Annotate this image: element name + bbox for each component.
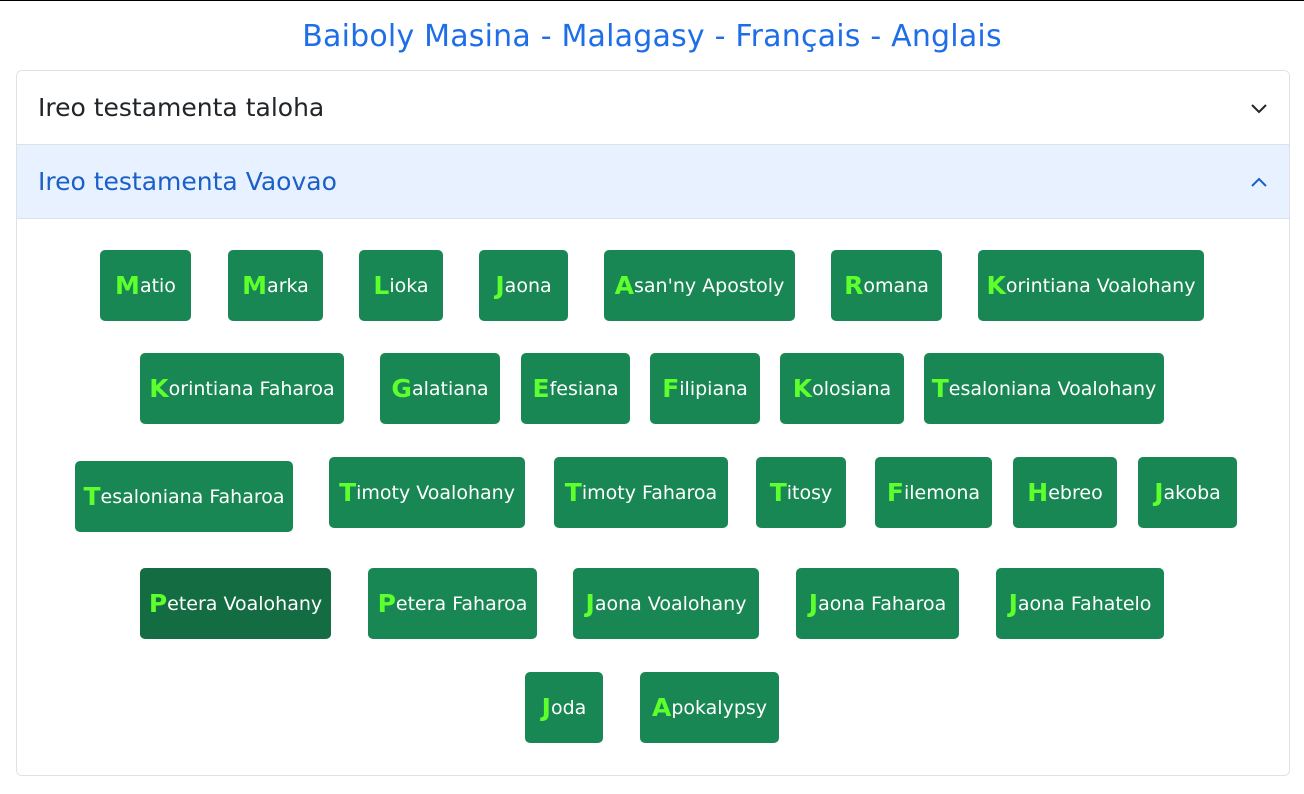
- book-button[interactable]: Korintiana Voalohany: [978, 250, 1204, 321]
- book-button[interactable]: Asan'ny Apostoly: [604, 250, 795, 321]
- book-initial: J: [541, 693, 551, 722]
- book-initial: K: [149, 374, 169, 403]
- chevron-down-icon: [1249, 98, 1269, 118]
- book-button[interactable]: Marka: [228, 250, 323, 321]
- book-name-rest: ilemona: [904, 481, 981, 504]
- book-name-rest: olosiana: [812, 377, 892, 400]
- accordion-header-new-testament[interactable]: Ireo testamenta Vaovao: [17, 145, 1289, 219]
- book-name-rest: esaloniana Voalohany: [948, 377, 1157, 400]
- book-button[interactable]: Kolosiana: [780, 353, 904, 424]
- book-initial: T: [339, 478, 357, 507]
- book-initial: P: [148, 589, 168, 618]
- book-initial: J: [585, 589, 595, 618]
- book-initial: J: [1154, 478, 1164, 507]
- book-name-rest: atio: [139, 274, 176, 297]
- book-button[interactable]: Tesaloniana Faharoa: [75, 461, 293, 532]
- book-initial: T: [931, 374, 949, 403]
- book-initial: T: [83, 482, 101, 511]
- book-name-rest: orintiana Faharoa: [168, 377, 335, 400]
- page-title: Baiboly Masina - Malagasy - Français - A…: [302, 19, 1002, 54]
- book-name-rest: aona Fahatelo: [1017, 592, 1152, 615]
- book-button[interactable]: Korintiana Faharoa: [140, 353, 344, 424]
- book-name-rest: itosy: [786, 481, 833, 504]
- book-initial: G: [391, 374, 412, 403]
- book-initial: P: [377, 589, 396, 618]
- book-button[interactable]: Titosy: [756, 457, 846, 528]
- book-name-rest: arka: [267, 274, 309, 297]
- book-button[interactable]: Joda: [525, 672, 603, 743]
- book-initial: T: [564, 478, 582, 507]
- book-button[interactable]: Jaona Faharoa: [796, 568, 959, 639]
- book-button[interactable]: Hebreo: [1013, 457, 1117, 528]
- book-initial: R: [844, 271, 864, 300]
- book-initial: L: [373, 271, 390, 300]
- book-button[interactable]: Matio: [100, 250, 191, 321]
- book-name-rest: pokalypsy: [671, 696, 768, 719]
- book-initial: J: [1008, 589, 1018, 618]
- book-button[interactable]: Galatiana: [380, 353, 500, 424]
- book-initial: J: [495, 271, 505, 300]
- book-initial: M: [242, 271, 268, 300]
- book-button[interactable]: Petera Voalohany: [140, 568, 331, 639]
- testament-accordion: Ireo testamenta taloha Ireo testamenta V…: [16, 70, 1290, 776]
- book-button[interactable]: Jaona: [479, 250, 568, 321]
- book-button[interactable]: Timoty Voalohany: [329, 457, 525, 528]
- book-name-rest: omana: [863, 274, 929, 297]
- book-name-rest: esaloniana Faharoa: [100, 485, 285, 508]
- book-name-rest: orintiana Voalohany: [1005, 274, 1196, 297]
- book-name-rest: fesiana: [549, 377, 619, 400]
- book-initial: M: [115, 271, 140, 300]
- book-button[interactable]: Apokalypsy: [640, 672, 779, 743]
- book-button[interactable]: Romana: [831, 250, 942, 321]
- book-button[interactable]: Efesiana: [521, 353, 630, 424]
- book-initial: A: [614, 271, 635, 300]
- book-name-rest: alatiana: [411, 377, 489, 400]
- book-name-rest: etera Faharoa: [395, 592, 528, 615]
- book-name-rest: etera Voalohany: [167, 592, 323, 615]
- book-name-rest: aona: [504, 274, 552, 297]
- book-name-rest: ilipiana: [679, 377, 748, 400]
- book-button[interactable]: Jaona Fahatelo: [996, 568, 1164, 639]
- book-button[interactable]: Jakoba: [1138, 457, 1237, 528]
- book-name-rest: imoty Voalohany: [356, 481, 515, 504]
- book-name-rest: aona Voalohany: [594, 592, 747, 615]
- book-initial: F: [886, 478, 904, 507]
- book-initial: H: [1027, 478, 1049, 507]
- book-initial: T: [769, 478, 787, 507]
- book-name-rest: san'ny Apostoly: [634, 274, 785, 297]
- book-initial: E: [532, 374, 550, 403]
- book-button[interactable]: Petera Faharoa: [368, 568, 537, 639]
- book-initial: F: [662, 374, 680, 403]
- book-initial: J: [808, 589, 819, 618]
- book-name-rest: akoba: [1163, 481, 1221, 504]
- book-initial: K: [792, 374, 813, 403]
- book-initial: K: [986, 271, 1006, 300]
- book-button[interactable]: Timoty Faharoa: [554, 457, 728, 528]
- book-name-rest: oda: [550, 696, 587, 719]
- book-button[interactable]: Tesaloniana Voalohany: [924, 353, 1164, 424]
- book-name-rest: imoty Faharoa: [581, 481, 718, 504]
- book-name-rest: ebreo: [1048, 481, 1103, 504]
- book-name-rest: aona Faharoa: [818, 592, 947, 615]
- old-testament-label: Ireo testamenta taloha: [38, 93, 325, 122]
- book-name-rest: ioka: [389, 274, 429, 297]
- book-list: Matio Marka Lioka Jaona Asan'ny Apostoly Roma…: [17, 219, 1289, 775]
- book-initial: A: [651, 693, 672, 722]
- accordion-header-old-testament[interactable]: Ireo testamenta taloha: [17, 71, 1289, 145]
- new-testament-label: Ireo testamenta Vaovao: [38, 167, 337, 196]
- book-button[interactable]: Filemona: [875, 457, 992, 528]
- book-button[interactable]: Jaona Voalohany: [573, 568, 759, 639]
- book-button[interactable]: Filipiana: [650, 353, 760, 424]
- chevron-up-icon: [1249, 172, 1269, 192]
- book-button[interactable]: Lioka: [359, 250, 443, 321]
